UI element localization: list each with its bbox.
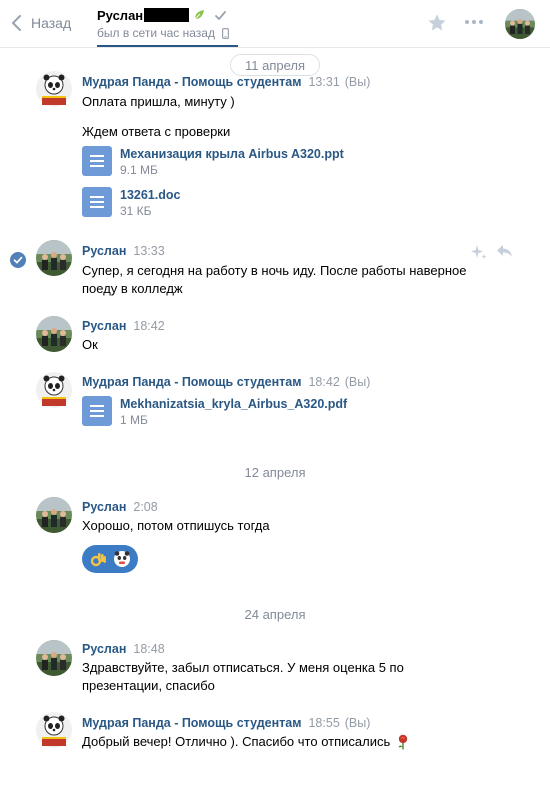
date-label: 12 апреля: [244, 464, 306, 480]
ruslan-avatar[interactable]: [36, 497, 72, 533]
author-name[interactable]: Мудрая Панда - Помощь студентам: [82, 75, 301, 89]
document-attachment[interactable]: Механизация крыла Airbus A320.ppt 9.1 МБ: [82, 146, 344, 178]
author-name[interactable]: Мудрая Панда - Помощь студентам: [82, 716, 301, 730]
panda-avatar[interactable]: [36, 372, 72, 408]
ok-hand-emoji-icon: [90, 553, 106, 567]
message-header: Руслан 18:48: [82, 642, 165, 656]
message-text: поеду в колледж: [82, 281, 183, 296]
message-time[interactable]: 13:33: [133, 244, 164, 258]
document-icon: [82, 146, 112, 176]
date-label: 11 апреля: [244, 57, 306, 73]
document-name[interactable]: Механизация крыла Airbus A320.ppt: [120, 146, 344, 162]
message-time[interactable]: 18:55: [308, 716, 339, 730]
panda-face-emoji-icon: [114, 551, 131, 567]
message-time[interactable]: 18:42: [308, 375, 339, 389]
message-time[interactable]: 18:48: [133, 642, 164, 656]
own-marker: (Вы): [344, 716, 371, 730]
author-name[interactable]: Руслан: [82, 244, 126, 258]
chat-header: Назад Руслан был в сети час назад: [0, 0, 550, 48]
document-attachment[interactable]: 13261.doc 31 КБ: [82, 187, 180, 219]
author-name[interactable]: Руслан: [82, 319, 126, 333]
author-name[interactable]: Руслан: [82, 642, 126, 656]
check-circle-icon[interactable]: [10, 252, 26, 268]
message-time[interactable]: 18:42: [133, 319, 164, 333]
message-text: Хорошо, потом отпишусь тогда: [82, 518, 270, 533]
peer-avatar[interactable]: [505, 9, 535, 39]
document-size: 1 МБ: [120, 413, 148, 427]
star-icon[interactable]: [428, 14, 446, 31]
message-text: Здравствуйте, забыл отписаться. У меня о…: [82, 660, 404, 675]
message-text: Добрый вечер! Отлично ). Спасибо что отп…: [82, 734, 391, 749]
redacted-surname: [144, 8, 190, 22]
message-actions: [470, 244, 513, 260]
peer-underline: [97, 45, 238, 47]
message-time[interactable]: 2:08: [133, 500, 157, 514]
ruslan-avatar[interactable]: [36, 240, 72, 276]
own-marker: (Вы): [344, 375, 371, 389]
message-header: Мудрая Панда - Помощь студентам 13:31 (В…: [82, 75, 370, 89]
chevron-left-icon: [12, 15, 21, 31]
document-name[interactable]: 13261.doc: [120, 187, 180, 203]
document-attachment[interactable]: Mekhanizatsia_kryla_Airbus_A320.pdf 1 МБ: [82, 396, 347, 428]
back-button[interactable]: Назад: [12, 12, 71, 34]
author-name[interactable]: Мудрая Панда - Помощь студентам: [82, 375, 301, 389]
emoji-bubble[interactable]: [82, 545, 138, 573]
leaf-icon: [194, 10, 205, 20]
more-dots-icon[interactable]: [465, 20, 483, 24]
date-separator: 24 апреля: [230, 603, 320, 625]
document-name[interactable]: Mekhanizatsia_kryla_Airbus_A320.pdf: [120, 396, 347, 412]
mobile-phone-icon: [221, 27, 229, 39]
document-icon: [82, 187, 112, 217]
message-text: презентации, спасибо: [82, 678, 215, 693]
message-header: Руслан 2:08: [82, 500, 158, 514]
document-size: 31 КБ: [120, 204, 152, 218]
date-separator: 11 апреля: [230, 54, 320, 76]
message-text: Ждем ответа с проверки: [82, 124, 231, 139]
ruslan-avatar[interactable]: [36, 640, 72, 676]
back-label: Назад: [31, 15, 72, 31]
message-text: Оплата пришла, минуту ): [82, 94, 235, 109]
message-text-row: Добрый вечер! Отлично ). Спасибо что отп…: [82, 733, 410, 751]
message-header: Руслан 18:42: [82, 319, 165, 333]
checkmark-icon: [215, 10, 227, 20]
sparkle-icon[interactable]: [470, 244, 488, 260]
message-time[interactable]: 13:31: [308, 75, 339, 89]
message-header: Мудрая Панда - Помощь студентам 18:42 (В…: [82, 375, 370, 389]
date-separator: 12 апреля: [230, 461, 320, 483]
reply-icon[interactable]: [496, 244, 513, 258]
panda-avatar[interactable]: [36, 712, 72, 748]
peer-status: был в сети час назад: [97, 26, 215, 40]
date-label: 24 апреля: [244, 606, 306, 622]
message-text: Ок: [82, 337, 98, 352]
author-name[interactable]: Руслан: [82, 500, 126, 514]
peer-name: Руслан: [97, 7, 144, 23]
document-icon: [82, 396, 112, 426]
peer-info[interactable]: Руслан был в сети час назад: [97, 6, 229, 40]
rose-emoji-icon: [398, 734, 408, 750]
own-marker: (Вы): [344, 75, 371, 89]
panda-avatar[interactable]: [36, 71, 72, 107]
message-header: Руслан 13:33: [82, 244, 165, 258]
message-header: Мудрая Панда - Помощь студентам 18:55 (В…: [82, 716, 370, 730]
document-size: 9.1 МБ: [120, 163, 158, 177]
ruslan-avatar[interactable]: [36, 316, 72, 352]
message-text: Супер, я сегодня на работу в ночь иду. П…: [82, 263, 467, 278]
